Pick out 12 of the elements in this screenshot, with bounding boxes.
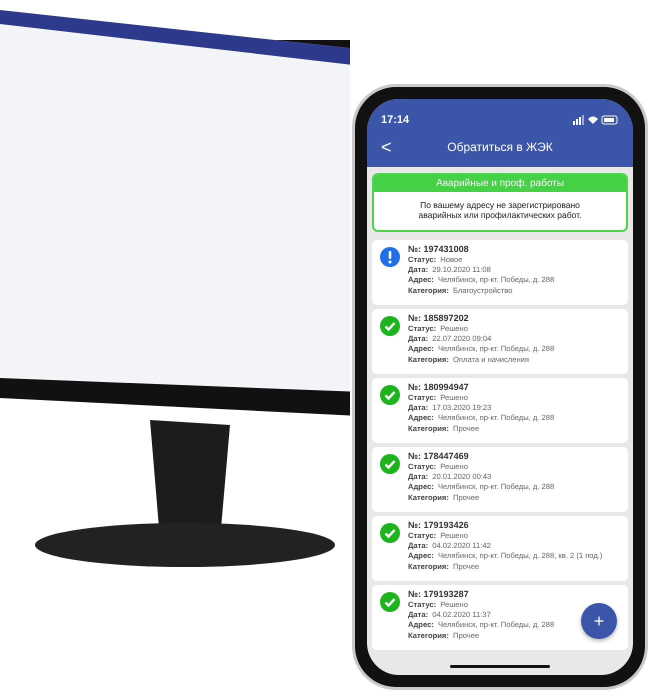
notice-text: По вашему адресу не зарегистрировано аварийных или профилактических работ. [418,199,582,222]
notice-title: Аварийные и проф. работы [374,175,626,192]
request-number: №: 185897202 [408,313,469,323]
request-number: №: 180994947 [408,382,469,392]
screen-title: Обратиться в ЖЭК [447,140,553,154]
request-number: №: 179193287 [408,589,469,599]
request-number: №: 197431008 [408,244,469,254]
request-number: №: 179193426 [408,520,469,530]
request-number: №: 178447469 [408,451,469,461]
status-icons [573,115,619,125]
status-time: 17:14 [381,114,410,126]
back-button[interactable]: < [381,136,392,158]
